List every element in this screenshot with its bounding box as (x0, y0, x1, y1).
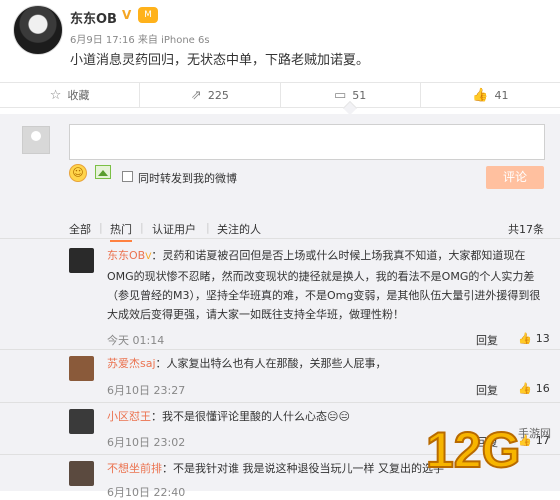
member-badge-icon[interactable]: M (138, 7, 158, 23)
comment-item: 东东OBV：灵药和诺夏被召回但是否上场或什么时候上场我真不知道，大家都知道现在O… (0, 242, 560, 350)
filter-all[interactable]: 全部 (69, 221, 91, 237)
commenter-avatar[interactable] (69, 248, 94, 273)
comment-item: 苏爱杰saj：人家复出特么也有人在那酸，关那些人屁事， 6月10日 23:27 … (0, 350, 560, 403)
image-icon[interactable] (95, 165, 111, 179)
comment-like-button[interactable]: 👍 16 (518, 382, 550, 395)
filter-separator: | (140, 221, 144, 234)
repost-icon: ⇗ (190, 87, 202, 103)
comment-like-count: 16 (535, 382, 550, 395)
active-tab-caret (343, 100, 358, 116)
verified-icon[interactable]: V (122, 8, 131, 22)
action-bar: ☆ 收藏 ⇗ 225 ▭ 51 👍 41 (0, 82, 560, 116)
repost-button[interactable]: ⇗ 225 (140, 83, 281, 107)
comment-time: 今天 01:14 (107, 334, 165, 347)
star-icon: ☆ (49, 87, 62, 103)
comment-total: 共17条 (508, 223, 544, 236)
repost-count: 225 (207, 88, 229, 102)
comment-body: 苏爱杰saj：人家复出特么也有人在那酸，关那些人屁事， (107, 354, 547, 373)
filter-verified[interactable]: 认证用户 (152, 221, 196, 237)
commenter-avatar[interactable] (69, 461, 94, 486)
commenter-name[interactable]: 小区怼王 (107, 410, 151, 423)
like-button[interactable]: 👍 41 (421, 83, 560, 107)
comment-text: ：不是我针对谁 我是说这种退役当玩儿一样 又复出的选手 (162, 462, 444, 475)
comment-count: 51 (352, 88, 367, 102)
emoji-icon[interactable]: ☺ (69, 164, 87, 182)
commenter-name[interactable]: 不想坐前排 (107, 462, 162, 475)
favorite-label: 收藏 (67, 89, 90, 102)
filter-separator: | (206, 221, 210, 234)
comment-icon: ▭ (333, 87, 347, 103)
repost-label: 同时转发到我的微博 (138, 172, 237, 185)
watermark-sub: 手游网 (518, 426, 551, 440)
thumbs-up-icon: 👍 (472, 87, 489, 103)
reply-button[interactable]: 回复 (476, 382, 498, 398)
submit-comment-button[interactable]: 评论 (486, 166, 544, 189)
repost-checkbox[interactable] (122, 171, 133, 182)
comment-body: 东东OBV：灵药和诺夏被召回但是否上场或什么时候上场我真不知道，大家都知道现在O… (107, 246, 547, 324)
commenter-avatar[interactable] (69, 409, 94, 434)
divider (0, 238, 560, 239)
comment-time: 6月10日 23:27 (107, 384, 186, 397)
post-header: 东东OB V M 6月9日 17:16 来自 iPhone 6s 小道消息灵药回… (0, 0, 560, 78)
post-text: 小道消息灵药回归，无状态中单，下路老贼加诺夏。 (70, 53, 370, 68)
comment-text: ：我不是很懂评论里酸的人什么心态😑😑 (151, 410, 350, 423)
watermark-logo: 12G 手游网 (425, 421, 551, 479)
filter-separator: | (99, 221, 103, 234)
comment-button[interactable]: ▭ 51 (281, 83, 421, 116)
favorite-button[interactable]: ☆ 收藏 (0, 83, 141, 107)
like-count: 41 (494, 88, 509, 102)
comment-filter-bar: 全部 | 热门 | 认证用户 | 关注的人 共17条 (0, 218, 560, 242)
my-avatar (22, 126, 50, 154)
reply-button[interactable]: 回复 (476, 332, 498, 348)
thumbs-up-icon: 👍 (518, 382, 532, 395)
commenter-name[interactable]: 苏爱杰saj (107, 357, 156, 370)
author-name[interactable]: 东东OB (70, 8, 117, 27)
commenter-avatar[interactable] (69, 356, 94, 381)
filter-following[interactable]: 关注的人 (217, 221, 261, 237)
comment-like-count: 13 (535, 332, 550, 345)
author-avatar[interactable] (13, 5, 63, 55)
watermark-brand: 12G (426, 422, 521, 478)
comment-time: 6月10日 22:40 (107, 486, 186, 499)
comment-text: ：人家复出特么也有人在那酸，关那些人屁事， (155, 357, 387, 370)
thumbs-up-icon: 👍 (518, 332, 532, 345)
comment-text: ：灵药和诺夏被召回但是否上场或什么时候上场我真不知道，大家都知道现在OMG的现状… (107, 249, 541, 321)
comment-like-button[interactable]: 👍 13 (518, 332, 550, 345)
comment-time: 6月10日 23:02 (107, 436, 186, 449)
comment-input[interactable] (69, 124, 545, 160)
commenter-name[interactable]: 东东OB (107, 249, 145, 262)
post-meta: 6月9日 17:16 来自 iPhone 6s (70, 35, 210, 46)
